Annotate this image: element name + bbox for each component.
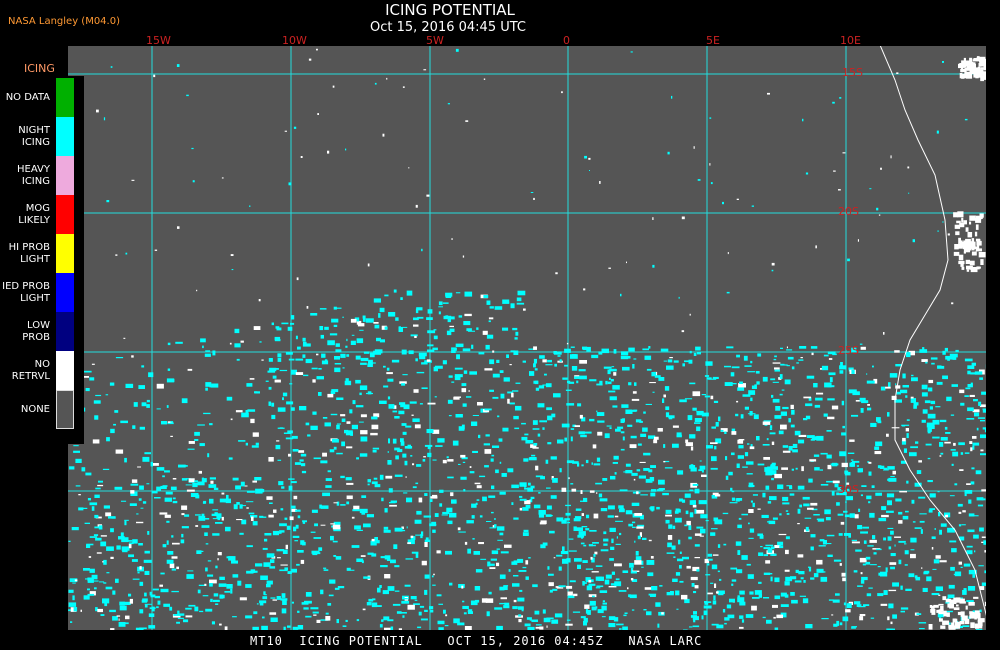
legend-swatch — [56, 78, 74, 117]
map-datetime: Oct 15, 2016 04:45 UTC — [370, 20, 526, 35]
legend-swatch — [56, 390, 74, 429]
legend-swatch — [56, 273, 74, 312]
legend-item-night-icing: NIGHT ICING — [0, 117, 84, 156]
legend-item-mog-likely: MOG LIKELY — [0, 195, 84, 234]
legend-swatch — [56, 195, 74, 234]
legend-swatch — [56, 234, 74, 273]
legend-label: IED PROB LIGHT — [2, 281, 50, 304]
lon-label-5w: 5W — [426, 34, 444, 47]
legend-label: NO RETRVL — [11, 359, 50, 382]
lat-label-25s: 25S — [838, 344, 859, 357]
legend-item-low-prob: LOW PROB — [0, 312, 84, 351]
legend-item-no-retrvl: NO RETRVL — [0, 351, 84, 390]
legend-label: NO DATA — [5, 92, 50, 103]
legend-swatch — [56, 156, 74, 195]
legend-item-hi-prob-light: HI PROB LIGHT — [0, 234, 84, 273]
legend-panel: NO DATA NIGHT ICING HEAVY ICING MOG LIKE… — [0, 76, 84, 444]
legend-heading: ICING — [24, 62, 55, 75]
legend-label: NIGHT ICING — [18, 125, 50, 148]
icing-map — [68, 46, 986, 630]
lat-label-15s: 15S — [842, 66, 863, 79]
legend-swatch — [56, 117, 74, 156]
legend-item-none: NONE — [0, 390, 84, 429]
legend-label: HI PROB LIGHT — [8, 242, 50, 265]
footer-caption: MT10 ICING POTENTIAL OCT 15, 2016 04:45Z… — [250, 634, 703, 648]
lon-label-0: 0 — [563, 34, 570, 47]
legend-label: NONE — [20, 404, 50, 415]
lat-label-20s: 20S — [838, 205, 859, 218]
legend-swatch — [56, 312, 74, 351]
cloud-speckle — [68, 48, 986, 630]
credit-label: NASA Langley (M04.0) — [8, 16, 120, 27]
map-title: ICING POTENTIAL — [385, 1, 515, 19]
lon-label-15w: 15W — [146, 34, 171, 47]
legend-swatch — [56, 351, 74, 390]
lat-label-30s: 30S — [838, 483, 859, 496]
legend-label: LOW PROB — [22, 320, 50, 343]
lon-label-10e: 10E — [840, 34, 861, 47]
lon-label-10w: 10W — [282, 34, 307, 47]
lon-label-5e: 5E — [706, 34, 720, 47]
legend-item-no-data: NO DATA — [0, 78, 84, 117]
map-canvas — [68, 46, 986, 630]
legend-item-med-prob-light: IED PROB LIGHT — [0, 273, 84, 312]
legend-label: HEAVY ICING — [17, 164, 50, 187]
legend-item-heavy-icing: HEAVY ICING — [0, 156, 84, 195]
legend-label: MOG LIKELY — [18, 203, 50, 226]
